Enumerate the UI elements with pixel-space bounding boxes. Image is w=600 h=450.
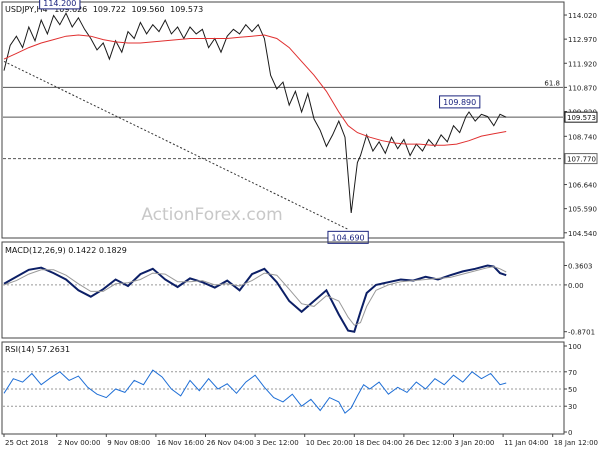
macd-title: MACD(12,26,9) 0.1422 0.1829 (5, 246, 127, 255)
time-tick-label-5: 3 Dec 12:00 (256, 439, 299, 447)
rsi-tick-label-3: 30 (568, 403, 577, 411)
annotation-label-0: 114.200 (43, 0, 76, 8)
rsi-tick-label-0: 100 (568, 343, 581, 351)
price-tick-label-8: 105.590 (568, 206, 597, 214)
watermark: ActionForex.com (141, 205, 282, 225)
time-tick-label-10: 11 Jan 04:00 (504, 439, 548, 447)
rsi-tick-label-4: 0 (568, 429, 572, 437)
chart-background (0, 0, 600, 450)
level-label-0: 61.8 (544, 79, 560, 87)
price-tick-label-2: 111.920 (568, 60, 597, 68)
price-tick-label-7: 106.640 (568, 182, 597, 190)
price-tick-label-3: 110.870 (568, 84, 597, 92)
rsi-tick-label-1: 70 (568, 369, 577, 377)
time-tick-label-4: 26 Nov 04:00 (207, 439, 254, 447)
price-tick-label-0: 114.020 (568, 12, 597, 20)
price-tick-label-1: 112.970 (568, 36, 597, 44)
macd-tick-label-0: 0.3603 (568, 263, 593, 271)
rsi-title: RSI(14) 57.2631 (5, 345, 70, 354)
price-tick-label-9: 104.540 (568, 230, 597, 238)
price-tag-label-1: 107.770 (567, 156, 596, 164)
time-tick-label-0: 25 Oct 2018 (5, 439, 48, 447)
price-tick-label-5: 108.740 (568, 133, 597, 141)
annotation-label-2: 109.890 (443, 98, 476, 107)
price-tag-label-0: 109.573 (567, 114, 596, 122)
macd-tick-label-1: 0.00 (568, 282, 584, 290)
chart-root: USDJPY,H4 109.626 109.722 109.560 109.57… (0, 0, 600, 450)
annotation-label-1: 104.690 (332, 233, 365, 242)
time-tick-label-2: 9 Nov 08:00 (107, 439, 150, 447)
time-tick-label-11: 18 Jan 12:00 (554, 439, 598, 447)
macd-tick-label-2: -0.8701 (568, 329, 595, 337)
rsi-tick-label-2: 50 (568, 386, 577, 394)
time-tick-label-1: 2 Nov 00:00 (58, 439, 101, 447)
ohlc-high: 109.722 (93, 5, 126, 14)
time-tick-label-3: 16 Nov 16:00 (157, 439, 204, 447)
time-tick-label-8: 26 Dec 12:00 (405, 439, 452, 447)
time-tick-label-7: 18 Dec 04:00 (355, 439, 402, 447)
time-tick-label-6: 10 Dec 20:00 (306, 439, 353, 447)
ohlc-low: 109.560 (131, 5, 164, 14)
ohlc-close: 109.573 (170, 5, 203, 14)
time-tick-label-9: 3 Jan 20:00 (455, 439, 495, 447)
price-panel-header: USDJPY,H4 109.626 109.722 109.560 109.57… (5, 5, 203, 14)
